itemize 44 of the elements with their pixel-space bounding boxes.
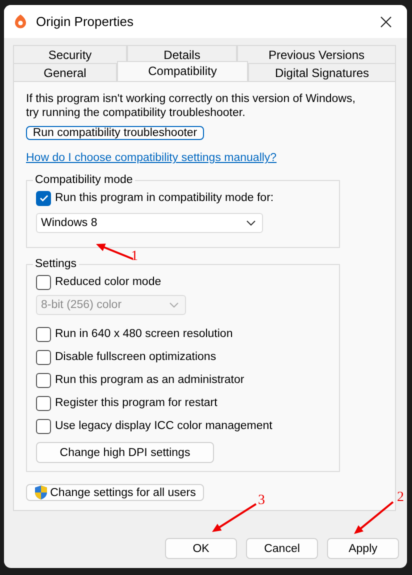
intro-text: If this program isn't working correctly on this version of Windows, try running the compatibility troubleshooter. [26, 92, 356, 120]
cancel-button[interactable]: Cancel [246, 538, 318, 559]
annotation-number: 1 [131, 250, 138, 264]
tab[interactable]: Compatibility [117, 61, 248, 81]
troubleshooter-button[interactable]: Run compatibility troubleshooter [26, 126, 204, 140]
help-link[interactable]: How do I choose compatibility settings manually? [26, 152, 277, 164]
checkbox[interactable] [36, 396, 51, 410]
checkbox-label: Reduced color mode [55, 276, 162, 288]
chevron-icon [169, 302, 179, 308]
group-title: Compatibility mode [34, 174, 134, 186]
checkbox-label: Register this program for restart [55, 397, 218, 409]
tab[interactable]: General [13, 63, 117, 81]
annotation-arrow [354, 501, 394, 534]
annotation-number: 3 [258, 494, 265, 508]
annotation-arrow [96, 244, 134, 260]
all-users-button[interactable]: Change settings for all users [26, 484, 204, 501]
apply-button[interactable]: Apply [327, 538, 399, 559]
annotation-arrow [212, 503, 257, 532]
checkbox[interactable] [36, 418, 51, 434]
checkbox[interactable] [36, 326, 51, 342]
chevron-icon [246, 220, 256, 226]
checkbox-label: Run this program in compatibility mode for: [55, 192, 274, 204]
group-title: Settings [34, 258, 78, 270]
checkbox-label: Run in 640 x 480 screen resolution [55, 328, 233, 340]
tab[interactable]: Previous Versions [237, 45, 396, 63]
checkbox[interactable] [36, 350, 51, 364]
tab[interactable]: Security [13, 45, 127, 63]
checkbox[interactable] [36, 274, 51, 290]
app-icon [14, 14, 27, 29]
shield-icon [34, 485, 48, 500]
checkbox[interactable] [36, 372, 51, 388]
window-title: Origin Properties [36, 14, 135, 29]
checkbox-label: Use legacy display ICC color management [55, 420, 272, 432]
checkmark-icon [38, 193, 48, 203]
checkbox-label: Disable fullscreen optimizations [55, 351, 216, 363]
ok-button[interactable]: OK [165, 538, 237, 559]
tab[interactable]: Digital Signatures [248, 63, 396, 81]
annotation-number: 2 [397, 491, 404, 505]
dpi-settings-button[interactable]: Change high DPI settings [36, 442, 214, 463]
close-icon [380, 16, 392, 28]
checkbox-label: Run this program as an administrator [55, 374, 244, 386]
dropdown: 8-bit (256) color [36, 295, 186, 315]
checkbox[interactable] [36, 190, 51, 206]
dropdown[interactable]: Windows 8 [36, 213, 263, 233]
